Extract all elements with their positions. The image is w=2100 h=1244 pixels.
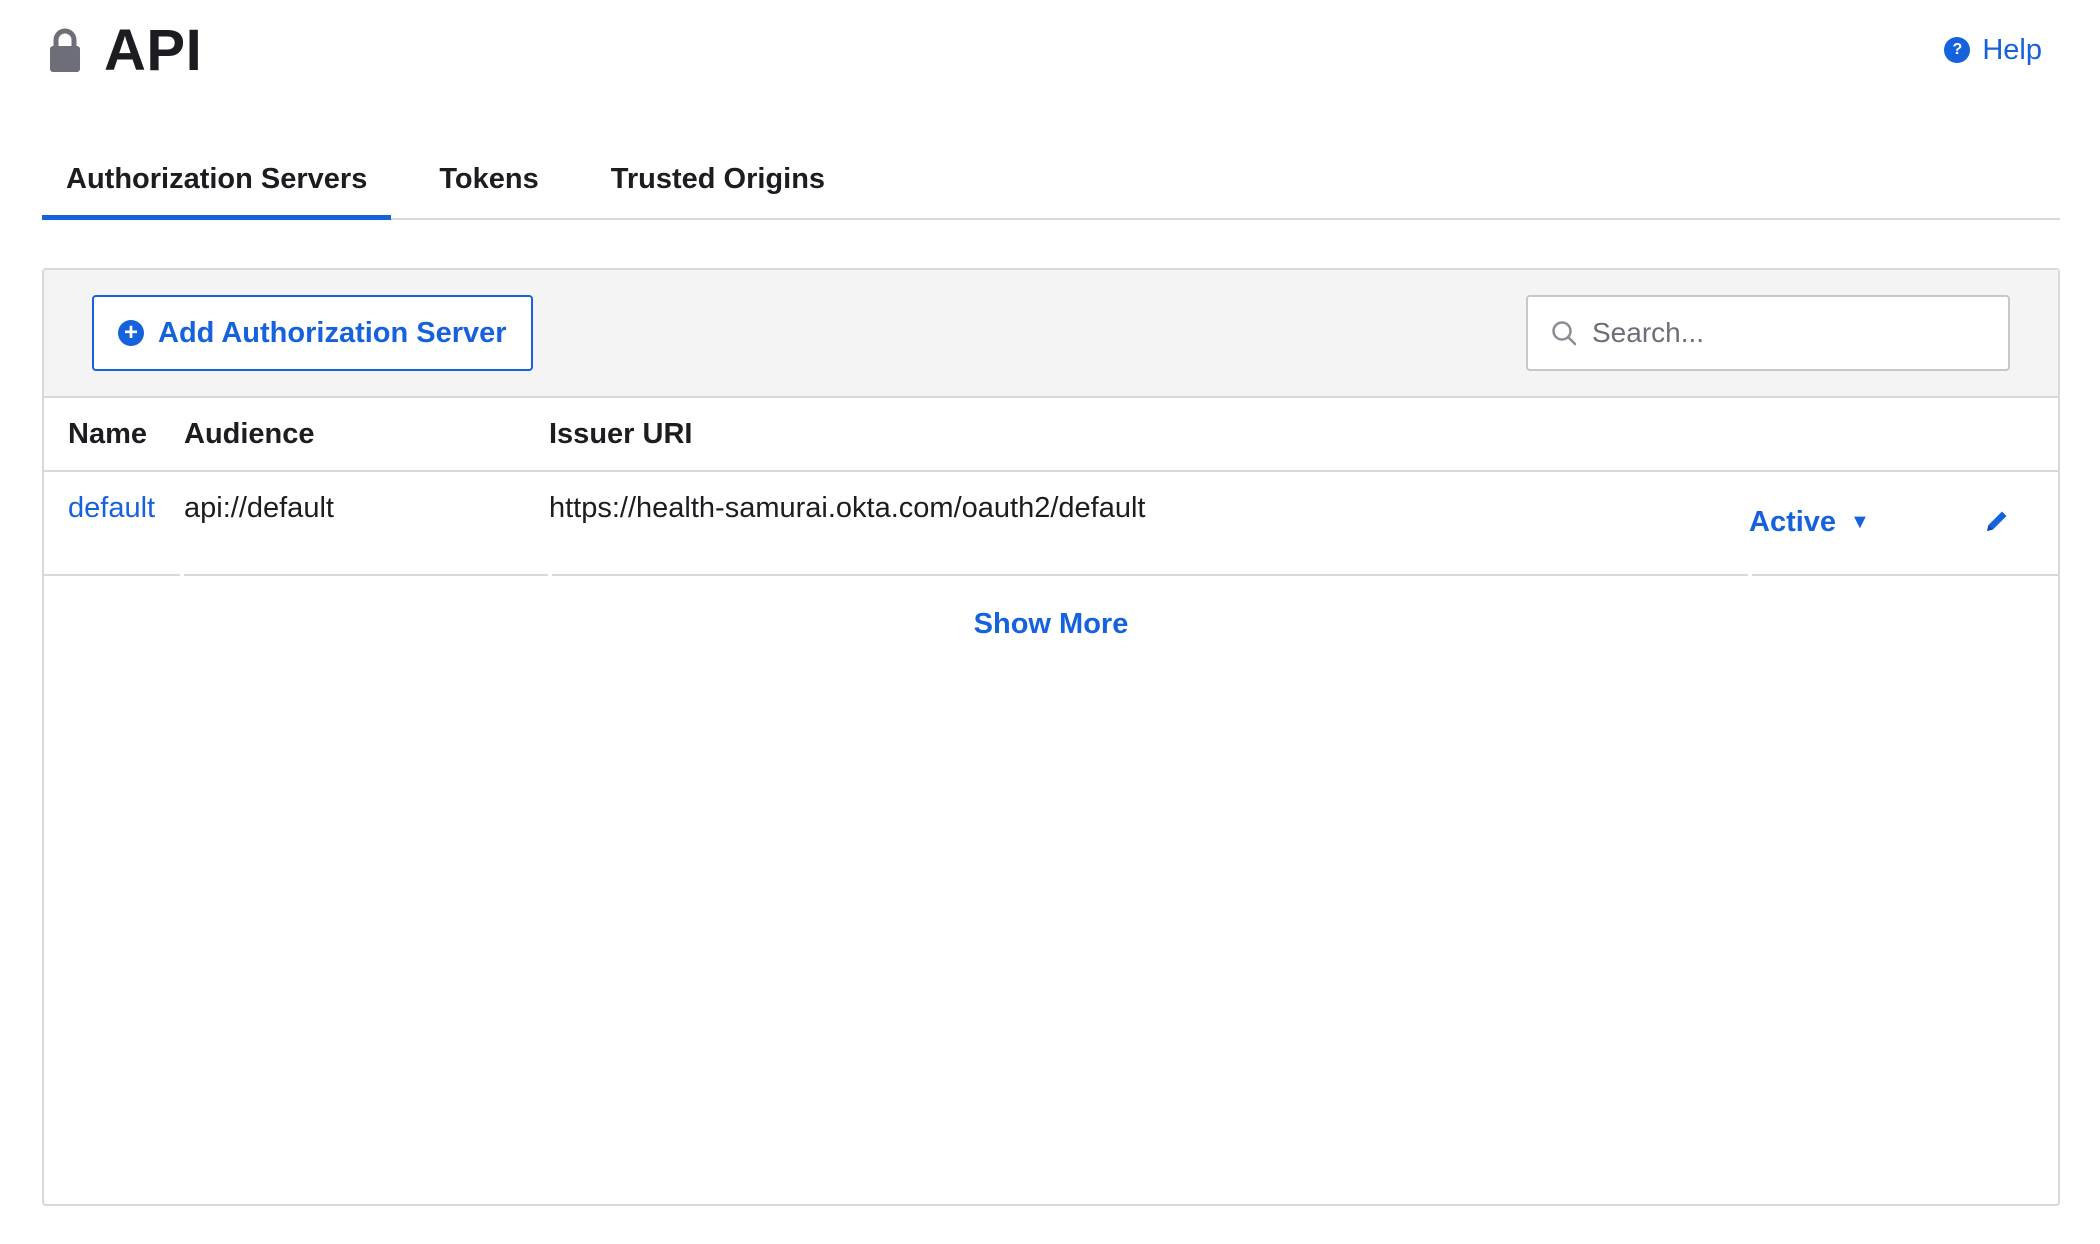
server-name-link[interactable]: default [44,472,184,525]
cell-gap [180,574,184,576]
table-header: Name Audience Issuer URI [44,398,2058,472]
plus-circle-icon: + [118,320,144,346]
page-header: API ? Help [48,14,2060,86]
authorization-servers-panel: + Add Authorization Server Name Audience… [42,268,2060,1206]
api-page: API ? Help Authorization Servers Tokens … [0,0,2100,1244]
table-row: default api://default https://health-sam… [44,472,2058,576]
tab-tokens[interactable]: Tokens [415,140,562,218]
title-group: API [48,17,202,84]
add-button-label: Add Authorization Server [158,316,507,349]
server-audience: api://default [184,492,334,524]
status-cell: Active ▼ [1749,472,1949,539]
cell-gap [548,574,552,576]
server-issuer-uri: https://health-samurai.okta.com/oauth2/d… [549,492,1146,524]
pencil-icon[interactable] [1984,508,2010,534]
search-box[interactable] [1526,295,2010,371]
add-authorization-server-button[interactable]: + Add Authorization Server [92,295,533,371]
tab-authorization-servers[interactable]: Authorization Servers [42,140,392,220]
actions-cell [1949,472,2058,534]
status-label: Active [1749,506,1837,538]
show-more-button[interactable]: Show More [44,608,2058,641]
help-circle-icon: ? [1944,37,1971,63]
cell-gap [1748,574,1752,576]
lock-icon [50,28,80,72]
tab-bar: Authorization Servers Tokens Trusted Ori… [42,140,2060,220]
column-header-name[interactable]: Name [44,418,184,451]
help-label: Help [1982,33,2042,66]
search-input[interactable] [1592,317,1986,349]
column-header-issuer-uri[interactable]: Issuer URI [549,418,1749,451]
panel-toolbar: + Add Authorization Server [44,270,2058,398]
page-title: API [104,17,203,83]
help-link[interactable]: ? Help [1944,34,2042,67]
status-dropdown[interactable]: Active ▼ [1749,472,1870,539]
column-header-audience[interactable]: Audience [184,418,549,451]
caret-down-icon: ▼ [1850,511,1870,533]
servers-table: Name Audience Issuer URI default api://d… [44,398,2058,641]
tab-trusted-origins[interactable]: Trusted Origins [587,140,849,218]
search-icon [1552,321,1577,346]
